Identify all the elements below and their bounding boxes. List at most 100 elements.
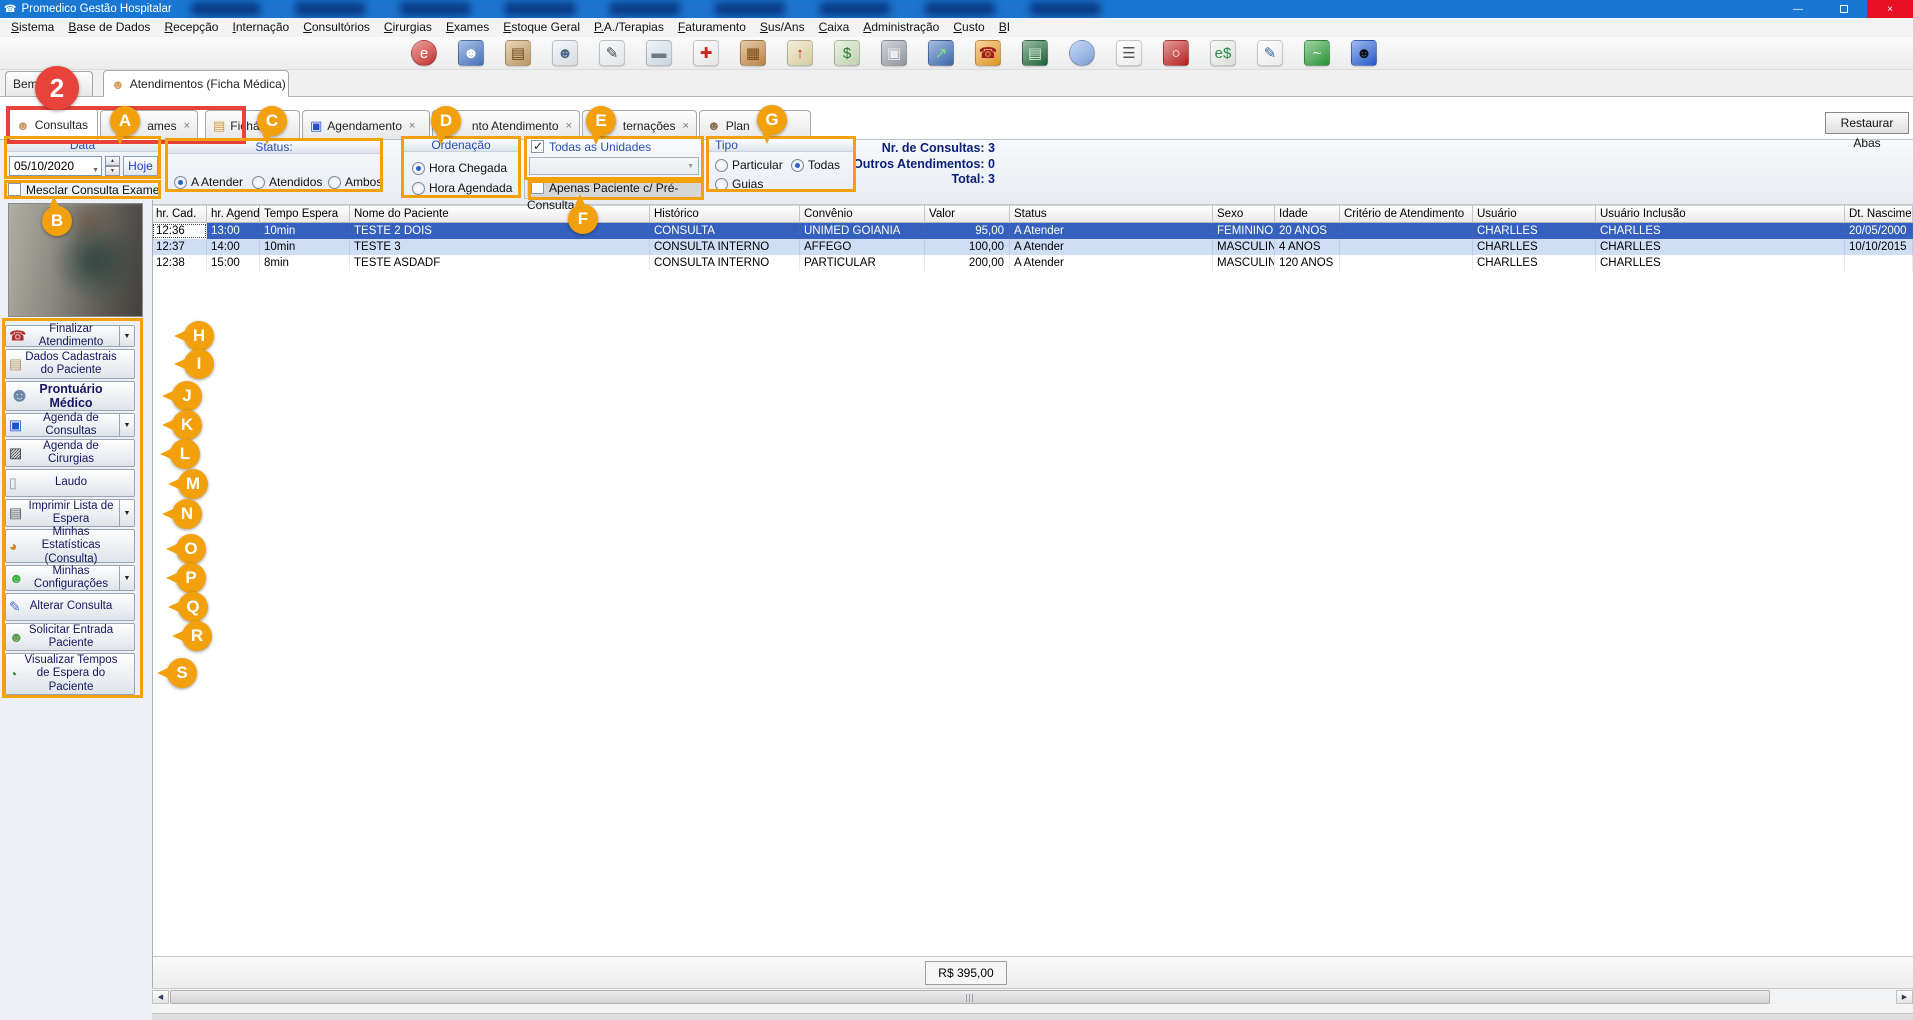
menu-recepcao[interactable]: Recepção [157, 18, 225, 37]
button-laudo[interactable]: ▯Laudo [5, 469, 135, 497]
column-header-usuario-inclusao[interactable]: Usuário Inclusão [1596, 205, 1845, 223]
column-header-valor[interactable]: Valor [925, 205, 1010, 223]
chat-bubble-icon[interactable] [1069, 40, 1095, 66]
column-header-historico[interactable]: Histórico [650, 205, 800, 223]
phonebook-icon[interactable]: ☎ [975, 40, 1001, 66]
menu-administracao[interactable]: Administração [856, 18, 946, 37]
close-icon[interactable]: × [566, 120, 572, 132]
tab-pagamento-atendimento[interactable]: nto Atendimento × [432, 110, 580, 140]
contract-icon[interactable]: ✎ [1257, 40, 1283, 66]
column-header-sexo[interactable]: Sexo [1213, 205, 1275, 223]
button-visualizar-tempos-de-espera-do-paciente[interactable]: ◔Visualizar Tempos de Espera do Paciente [5, 653, 135, 695]
ordenacao-radio-hora-chegada[interactable]: Hora Chegada [412, 159, 507, 177]
todas-unidades-checkbox[interactable]: ✓ [531, 140, 544, 153]
button-solicitar-entrada-paciente[interactable]: ☻Solicitar Entrada Paciente [5, 623, 135, 651]
menu-internacao[interactable]: Internação [225, 18, 296, 37]
column-header-status[interactable]: Status [1010, 205, 1213, 223]
ecg-book-icon[interactable]: ~ [1304, 40, 1330, 66]
radio-icon[interactable] [252, 176, 265, 189]
scroll-left-icon[interactable]: ◀ [152, 990, 169, 1004]
menu-cirurgias[interactable]: Cirurgias [377, 18, 439, 37]
date-dropdown-icon[interactable]: ▼ [92, 162, 99, 180]
ordenacao-radio-hora-agendada[interactable]: Hora Agendada [412, 179, 512, 197]
button-alterar-consulta[interactable]: ✎Alterar Consulta [5, 593, 135, 621]
tab-exames[interactable]: ames × [100, 110, 198, 140]
radio-selected-icon[interactable] [412, 162, 425, 175]
button-finalizar-atendimento[interactable]: ☎Finalizar Atendimento▼ [5, 325, 135, 347]
mesclar-checkbox[interactable] [8, 183, 21, 196]
dropdown-arrow-icon[interactable]: ▼ [119, 500, 134, 526]
tab-plantao[interactable]: ☻ Plan [699, 110, 811, 140]
menu-p-a-terapias[interactable]: P.A./Terapias [587, 18, 671, 37]
scroll-right-icon[interactable]: ▶ [1896, 990, 1913, 1004]
status-radio-a-atender[interactable]: A Atender [174, 173, 243, 191]
horizontal-scrollbar[interactable]: ◀ ▶ [152, 988, 1913, 1004]
safe-icon[interactable]: ▣ [881, 40, 907, 66]
minimize-button[interactable]: — [1775, 0, 1821, 18]
close-icon[interactable]: × [683, 120, 689, 132]
status-radio-ambos[interactable]: Ambos [328, 173, 382, 191]
radio-icon[interactable] [412, 182, 425, 195]
menu-exames[interactable]: Exames [439, 18, 496, 37]
radio-icon[interactable] [328, 176, 341, 189]
close-button[interactable]: × [1867, 0, 1913, 18]
invoice-icon[interactable]: ☰ [1116, 40, 1142, 66]
patients-group-icon[interactable]: ☻ [458, 40, 484, 66]
column-header-idade[interactable]: Idade [1275, 205, 1340, 223]
button-imprimir-lista-de-espera[interactable]: ▤Imprimir Lista de Espera▼ [5, 499, 135, 527]
tab-fichario[interactable]: ▤ Fichá [205, 110, 300, 140]
unidade-dropdown[interactable]: ▼ [529, 157, 699, 175]
button-agenda-de-cirurgias[interactable]: ▨Agenda de Cirurgias [5, 439, 135, 467]
column-header-convenio[interactable]: Convênio [800, 205, 925, 223]
tab-bem-vindo[interactable]: Bem × [5, 71, 93, 96]
contacts-book-icon[interactable]: ☻ [1351, 40, 1377, 66]
date-spinner[interactable]: ▲ ▼ [105, 156, 120, 176]
prescription-icon[interactable]: ✎ [599, 40, 625, 66]
tab-internacoes[interactable]: ternações × [582, 110, 697, 140]
dropdown-arrow-icon[interactable]: ▼ [119, 566, 134, 590]
pre-consulta-checkbox[interactable] [531, 181, 544, 194]
restaurar-abas-button[interactable]: Restaurar Abas [1825, 112, 1909, 134]
menu-sistema[interactable]: Sistema [4, 18, 61, 37]
radio-selected-icon[interactable] [174, 176, 187, 189]
menu-consultorios[interactable]: Consultórios [296, 18, 377, 37]
dropdown-arrow-icon[interactable]: ▼ [119, 414, 134, 436]
menu-faturamento[interactable]: Faturamento [671, 18, 753, 37]
column-header-hr-cad[interactable]: hr. Cad. [152, 205, 207, 223]
e-billing-icon[interactable]: e$ [1210, 40, 1236, 66]
menu-sus-ans[interactable]: Sus/Ans [753, 18, 812, 37]
date-input[interactable]: 05/10/2020 ▼ [9, 156, 102, 176]
table-row[interactable]: 12:3613:0010minTESTE 2 DOISCONSULTAUNIME… [152, 223, 1913, 239]
column-header-criterio-de-atendimento[interactable]: Critério de Atendimento [1340, 205, 1473, 223]
table-row[interactable]: 12:3815:008minTESTE ASDADFCONSULTA INTER… [152, 255, 1913, 271]
cash-stack-icon[interactable]: $ [834, 40, 860, 66]
button-dados-cadastrais-do-paciente[interactable]: ▤Dados Cadastrais do Paciente [5, 349, 135, 379]
column-header-hr-agend[interactable]: hr. Agend. [207, 205, 260, 223]
button-minhas-configuracoes[interactable]: ☻Minhas Configurações▼ [5, 565, 135, 591]
close-icon[interactable]: × [184, 120, 190, 132]
hospital-bed-icon[interactable]: ▬ [646, 40, 672, 66]
finance-chart-icon[interactable]: ↗ [928, 40, 954, 66]
scrollbar-thumb[interactable] [170, 990, 1770, 1004]
spinner-up-icon[interactable]: ▲ [105, 156, 120, 166]
maximize-button[interactable] [1821, 0, 1867, 18]
close-icon[interactable]: × [45, 78, 51, 90]
tab-agendamento[interactable]: ▣ Agendamento × [302, 110, 430, 140]
shutdown-icon[interactable]: ○ [1163, 40, 1189, 66]
menu-custo[interactable]: Custo [946, 18, 991, 37]
promedico-logo-icon[interactable]: e [411, 40, 437, 66]
dropdown-arrow-icon[interactable]: ▼ [119, 326, 134, 346]
close-icon[interactable]: × [409, 120, 415, 132]
menu-caixa[interactable]: Caixa [812, 18, 857, 37]
revenue-up-icon[interactable]: ↑ [787, 40, 813, 66]
patient-folder-icon[interactable]: ▤ [505, 40, 531, 66]
column-header-nome-do-paciente[interactable]: Nome do Paciente [350, 205, 650, 223]
hoje-button[interactable]: Hoje [123, 156, 158, 176]
tab-consultas[interactable]: ☻ Consultas [8, 108, 98, 141]
table-row[interactable]: 12:3714:0010minTESTE 3CONSULTA INTERNOAF… [152, 239, 1913, 255]
button-minhas-estatisticas-consulta[interactable]: ◕Minhas Estatísticas (Consulta) [5, 529, 135, 563]
mesclar-consulta-exame-row[interactable]: Mesclar Consulta Exame [5, 181, 160, 198]
supplies-box-icon[interactable]: ▦ [740, 40, 766, 66]
status-radio-atendidos[interactable]: Atendidos [252, 173, 322, 191]
button-prontuario-medico[interactable]: ☻Prontuário Médico [5, 381, 135, 411]
